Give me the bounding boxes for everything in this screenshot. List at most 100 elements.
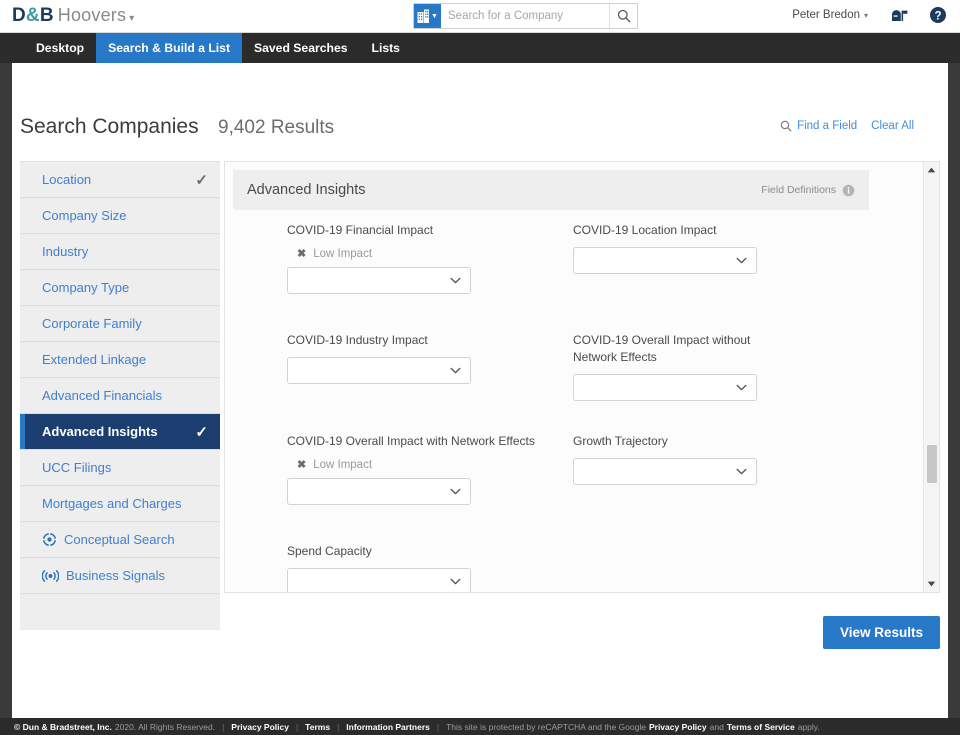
mailbox-button[interactable] — [890, 5, 910, 30]
check-icon: ✓ — [195, 423, 208, 441]
sidebar-item-extended-linkage[interactable]: Extended Linkage — [20, 342, 220, 378]
panel-title: Advanced Insights — [247, 182, 366, 198]
panel-header-actions: Field Definitions — [761, 184, 855, 197]
brand-logo-product: Hoovers — [58, 5, 126, 25]
header-links: Find a Field Clear All — [780, 120, 914, 132]
sidebar-item-label: Corporate Family — [42, 316, 208, 331]
scrollbar-thumb[interactable] — [927, 445, 937, 483]
sidebar-item-industry[interactable]: Industry — [20, 234, 220, 270]
sidebar-item-advanced-insights[interactable]: Advanced Insights ✓ — [20, 414, 220, 450]
user-menu[interactable]: Peter Bredon▾ — [792, 9, 868, 21]
sidebar-item-label: Advanced Financials — [42, 388, 208, 403]
recaptcha-privacy-policy-link[interactable]: Privacy Policy — [649, 722, 707, 732]
find-a-field-label: Find a Field — [797, 120, 857, 132]
find-a-field-link[interactable]: Find a Field — [780, 120, 857, 132]
sidebar-item-label: Conceptual Search — [64, 532, 208, 547]
window-frame-right — [948, 0, 960, 735]
covid-location-impact-select[interactable] — [573, 247, 757, 274]
building-icon — [417, 9, 430, 24]
sidebar-item-label: UCC Filings — [42, 460, 208, 475]
sidebar-item-mortgages-and-charges[interactable]: Mortgages and Charges — [20, 486, 220, 522]
company-search-bar: ▼ — [413, 3, 638, 29]
panel-header: Advanced Insights Field Definitions — [233, 170, 869, 210]
field-covid-financial-impact: COVID-19 Financial Impact ✖ Low Impact — [287, 222, 471, 294]
chevron-down-icon — [736, 384, 747, 391]
field-definitions-link[interactable]: Field Definitions — [761, 184, 836, 196]
search-icon — [617, 9, 631, 23]
sidebar-item-company-size[interactable]: Company Size — [20, 198, 220, 234]
sidebar-item-conceptual-search[interactable]: Conceptual Search — [20, 522, 220, 558]
sidebar-item-advanced-financials[interactable]: Advanced Financials — [20, 378, 220, 414]
chevron-down-icon: ▾ — [129, 13, 134, 24]
help-circle-icon: ? — [928, 5, 948, 25]
separator: | — [337, 722, 339, 732]
privacy-policy-link[interactable]: Privacy Policy — [231, 722, 289, 732]
filter-sidebar: Location ✓ Company Size Industry Company… — [20, 161, 220, 630]
brand-logo-d: D — [12, 5, 26, 26]
growth-trajectory-select[interactable] — [573, 458, 757, 485]
chevron-down-icon — [736, 257, 747, 264]
chevron-down-icon: ▼ — [431, 13, 438, 20]
sidebar-item-business-signals[interactable]: Business Signals — [20, 558, 220, 594]
panel-scrollbar[interactable] — [923, 162, 939, 592]
separator: | — [437, 722, 439, 732]
field-label: COVID-19 Location Impact — [573, 222, 757, 239]
chip-label: Low Impact — [313, 248, 372, 260]
separator: | — [222, 722, 224, 732]
recaptcha-conjunction: and — [710, 722, 724, 732]
rights-text: 2020. All Rights Reserved. — [115, 722, 215, 732]
page-title: Search Companies — [20, 115, 199, 139]
clear-all-link[interactable]: Clear All — [871, 120, 914, 132]
view-results-button[interactable]: View Results — [823, 616, 940, 649]
sidebar-item-corporate-family[interactable]: Corporate Family — [20, 306, 220, 342]
search-submit-button[interactable] — [609, 4, 637, 28]
chevron-down-icon: ▾ — [864, 11, 868, 20]
svg-text:?: ? — [934, 11, 941, 23]
sidebar-item-label: Business Signals — [66, 568, 208, 583]
page-content: Search Companies 9,402 Results Find a Fi… — [12, 63, 948, 718]
spend-capacity-select[interactable] — [287, 568, 471, 593]
covid-financial-impact-select[interactable] — [287, 267, 471, 294]
scroll-down-button[interactable] — [924, 576, 939, 592]
help-button[interactable]: ? — [928, 5, 948, 30]
terms-link[interactable]: Terms — [305, 722, 330, 732]
recaptcha-notice-end: apply. — [798, 722, 820, 732]
search-input[interactable] — [441, 4, 609, 28]
legal-footer: © Dun & Bradstreet, Inc. 2020. All Right… — [0, 718, 960, 735]
selected-value-chip[interactable]: ✖ Low Impact — [287, 247, 471, 260]
sidebar-item-label: Industry — [42, 244, 208, 259]
information-partners-link[interactable]: Information Partners — [346, 722, 430, 732]
recaptcha-terms-of-service-link[interactable]: Terms of Service — [727, 722, 795, 732]
field-covid-industry-impact: COVID-19 Industry Impact — [287, 332, 471, 384]
triangle-up-icon — [927, 167, 936, 173]
nav-item-search-build-a-list[interactable]: Search & Build a List — [96, 33, 242, 63]
close-icon[interactable]: ✖ — [297, 458, 306, 471]
page-header: Search Companies 9,402 Results Find a Fi… — [12, 115, 948, 155]
sidebar-item-label: Location — [42, 172, 195, 187]
covid-overall-impact-without-network-effects-select[interactable] — [573, 374, 757, 401]
nav-item-lists[interactable]: Lists — [360, 33, 412, 63]
chevron-down-icon — [450, 578, 461, 585]
brand-logo[interactable]: D&BHoovers▾ — [12, 5, 134, 27]
covid-industry-impact-select[interactable] — [287, 357, 471, 384]
close-icon[interactable]: ✖ — [297, 247, 306, 260]
sidebar-item-location[interactable]: Location ✓ — [20, 162, 220, 198]
sidebar-item-company-type[interactable]: Company Type — [20, 270, 220, 306]
nav-item-saved-searches[interactable]: Saved Searches — [242, 33, 360, 63]
results-count: 9,402 Results — [218, 117, 334, 139]
sidebar-item-label: Extended Linkage — [42, 352, 208, 367]
selected-value-chip[interactable]: ✖ Low Impact — [287, 458, 535, 471]
search-icon — [780, 120, 792, 132]
info-icon[interactable] — [842, 184, 855, 197]
main-navigation: Desktop Search & Build a List Saved Sear… — [0, 33, 960, 63]
scroll-up-button[interactable] — [924, 162, 939, 178]
top-bar: D&BHoovers▾ ▼ — [0, 0, 960, 33]
field-covid-location-impact: COVID-19 Location Impact — [573, 222, 757, 274]
search-scope-selector[interactable]: ▼ — [414, 4, 441, 28]
chevron-down-icon — [450, 277, 461, 284]
field-label: COVID-19 Overall Impact without Network … — [573, 332, 788, 366]
sidebar-item-ucc-filings[interactable]: UCC Filings — [20, 450, 220, 486]
covid-overall-impact-with-network-effects-select[interactable] — [287, 478, 471, 505]
check-icon: ✓ — [195, 171, 208, 189]
nav-item-desktop[interactable]: Desktop — [24, 33, 96, 63]
